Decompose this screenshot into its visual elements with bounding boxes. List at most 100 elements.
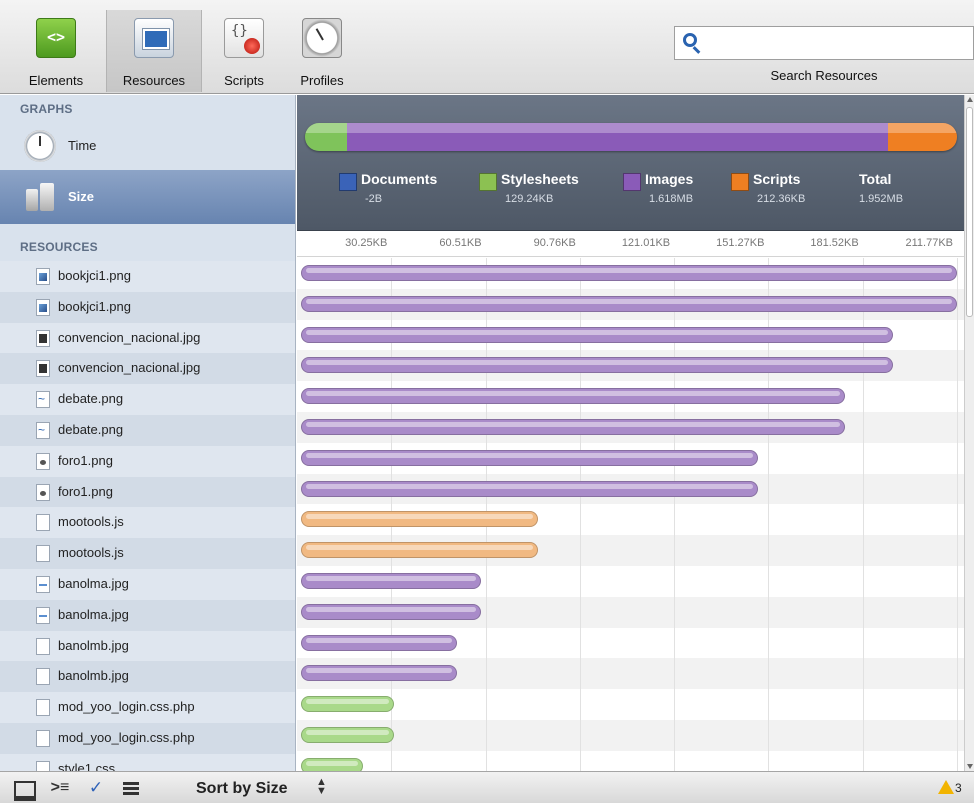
graph-item-label: Size xyxy=(68,189,95,204)
profiles-tab[interactable]: Profiles xyxy=(284,10,360,92)
stylesheet-file-icon xyxy=(36,729,50,747)
legend-value: 1.952MB xyxy=(859,193,904,205)
resource-item[interactable]: style1.css xyxy=(0,753,295,771)
grid-line xyxy=(957,258,958,771)
image-icon xyxy=(36,668,50,686)
size-summary-panel: Documents -2B Stylesheets 129.24KB Image… xyxy=(297,95,964,231)
warning-count: 3 xyxy=(955,781,962,795)
resources-section-title: RESOURCES xyxy=(20,240,98,254)
resource-item[interactable]: banolma.jpg xyxy=(0,599,295,631)
resource-item[interactable]: debate.png xyxy=(0,414,295,446)
resource-item[interactable]: mootools.js xyxy=(0,507,295,539)
size-bar[interactable] xyxy=(301,634,458,651)
image-icon xyxy=(36,606,50,624)
resource-name: foro1.png xyxy=(58,483,113,499)
image-icon xyxy=(36,637,50,655)
graphs-section-title: GRAPHS xyxy=(20,102,73,116)
weights-icon xyxy=(24,179,56,211)
size-bar[interactable] xyxy=(301,480,758,497)
graph-item-label: Time xyxy=(68,138,97,153)
legend-swatch xyxy=(623,173,641,191)
resource-item[interactable]: banolma.jpg xyxy=(0,568,295,600)
checkmark-icon[interactable]: ✓ xyxy=(84,778,108,798)
resource-name: banolmb.jpg xyxy=(58,637,129,653)
scroll-down-icon[interactable] xyxy=(967,764,973,769)
sort-arrows-icon[interactable]: ▲ ▼ xyxy=(316,777,327,797)
legend-name: Total xyxy=(859,171,892,187)
resource-name: bookjci1.png xyxy=(58,268,131,283)
resources-tab[interactable]: Resources xyxy=(106,10,202,92)
size-bar[interactable] xyxy=(301,727,394,743)
size-bar[interactable] xyxy=(301,357,893,374)
size-bar[interactable] xyxy=(301,388,845,405)
resource-item[interactable]: mod_yoo_login.css.php xyxy=(0,722,295,754)
profiles-icon xyxy=(302,18,342,58)
graph-item-size[interactable]: Size xyxy=(0,170,295,224)
legend-name: Images xyxy=(645,171,694,187)
profiles-tab-label: Profiles xyxy=(300,73,344,88)
resource-name: mod_yoo_login.css.php xyxy=(58,729,195,745)
legend-name: Stylesheets xyxy=(501,171,579,187)
resource-item[interactable]: convencion_nacional.jpg xyxy=(0,353,295,385)
resource-item[interactable]: convencion_nacional.jpg xyxy=(0,322,295,354)
dock-icon[interactable] xyxy=(12,778,36,801)
size-bar[interactable] xyxy=(301,511,538,528)
resource-item[interactable]: banolmb.jpg xyxy=(0,630,295,662)
scroll-up-icon[interactable] xyxy=(967,97,973,102)
size-bar[interactable] xyxy=(301,326,893,343)
resource-size-chart xyxy=(297,258,964,771)
sidebar: GRAPHS Time Size RESOURCES bookjci1.png … xyxy=(0,95,296,771)
status-bar: >≡ ✓ Sort by Size ▲ ▼ 3 xyxy=(0,771,974,803)
size-bar[interactable] xyxy=(301,542,538,559)
size-bar[interactable] xyxy=(301,757,363,771)
image-icon xyxy=(36,575,50,593)
image-icon xyxy=(36,415,50,446)
resource-item[interactable]: mootools.js xyxy=(0,538,295,569)
search-box[interactable] xyxy=(674,26,974,60)
console-icon[interactable]: >≡ xyxy=(48,778,72,798)
resource-name: debate.png xyxy=(58,391,124,407)
script-file-icon xyxy=(36,514,50,532)
legend-name: Documents xyxy=(361,171,438,187)
resource-item[interactable]: foro1.png xyxy=(0,445,295,477)
size-bar[interactable] xyxy=(301,419,845,435)
elements-icon xyxy=(36,18,76,58)
overview-segment-scripts xyxy=(887,123,957,151)
search-input[interactable] xyxy=(705,31,965,55)
size-bar[interactable] xyxy=(301,573,481,589)
resource-name: convencion_nacional.jpg xyxy=(58,329,201,345)
resource-item[interactable]: mod_yoo_login.css.php xyxy=(0,692,295,723)
resource-item[interactable]: foro1.png xyxy=(0,476,295,508)
resource-item[interactable]: debate.png xyxy=(0,384,295,415)
size-bar[interactable] xyxy=(301,295,957,312)
resource-name: debate.png xyxy=(58,421,124,437)
search-icon xyxy=(683,33,697,47)
resource-item[interactable]: banolmb.jpg xyxy=(0,661,295,693)
scripts-tab[interactable]: Scripts xyxy=(208,10,280,92)
sort-select[interactable]: Sort by Size xyxy=(196,777,288,801)
size-overview-bar xyxy=(305,123,957,151)
resource-name: mootools.js xyxy=(58,545,124,561)
resource-item[interactable]: bookjci1.png xyxy=(0,291,295,323)
size-bar[interactable] xyxy=(301,603,481,620)
legend-swatch xyxy=(339,173,357,191)
size-bar[interactable] xyxy=(301,665,458,682)
scale-tick-label: 90.76KB xyxy=(533,237,576,249)
legend-value: -2B xyxy=(365,193,383,205)
warning-icon[interactable] xyxy=(938,780,954,794)
scale-tick-label: 181.52KB xyxy=(810,237,859,249)
size-bar[interactable] xyxy=(301,696,394,713)
resource-item[interactable]: bookjci1.png xyxy=(0,261,295,292)
vertical-scrollbar[interactable] xyxy=(964,95,974,771)
resource-name: convencion_nacional.jpg xyxy=(58,360,201,376)
toolbar: Elements Resources Scripts Profiles Sear… xyxy=(0,0,974,94)
size-bar[interactable] xyxy=(301,265,957,281)
size-bar[interactable] xyxy=(301,449,758,466)
scale-tick-label: 121.01KB xyxy=(621,237,671,249)
resource-name: banolma.jpg xyxy=(58,606,129,622)
legend-value: 129.24KB xyxy=(505,193,554,205)
scroll-thumb[interactable] xyxy=(966,107,973,317)
elements-tab[interactable]: Elements xyxy=(14,10,98,92)
list-icon[interactable] xyxy=(120,778,144,798)
graph-item-time[interactable]: Time xyxy=(0,121,295,170)
